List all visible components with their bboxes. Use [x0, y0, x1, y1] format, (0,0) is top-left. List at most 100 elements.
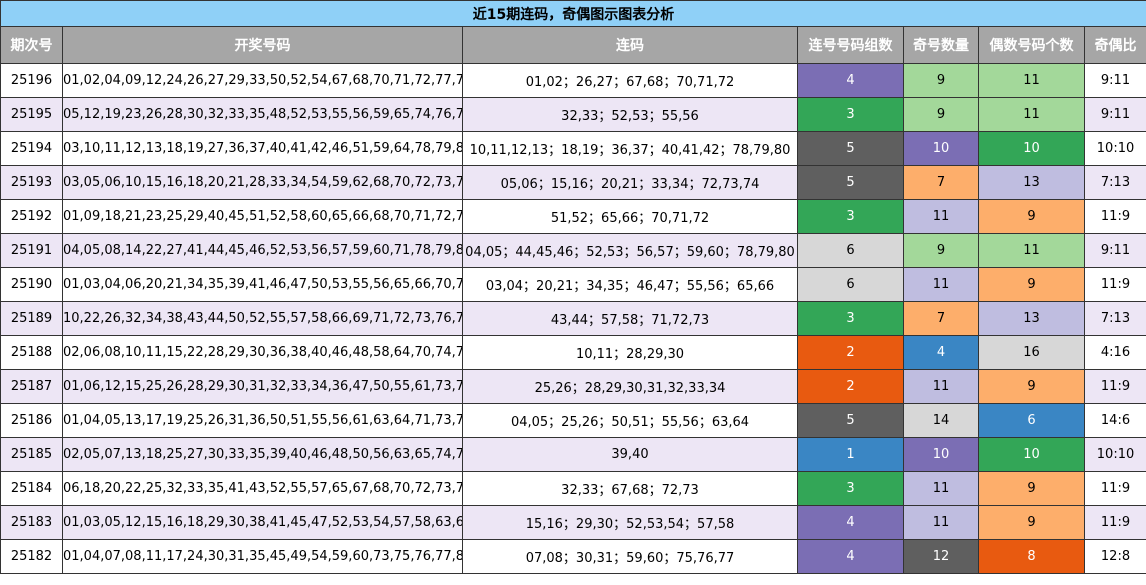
numbers-cell: 03,05,06,10,15,16,18,20,21,28,33,34,54,5… [62, 165, 463, 200]
groups-cell: 5 [797, 165, 904, 200]
groups-cell: 2 [797, 335, 904, 370]
numbers-cell: 04,05,08,14,22,27,41,44,45,46,52,53,56,5… [62, 233, 463, 268]
consecutive-cell: 04,05；25,26；50,51；55,56；63,64 [462, 403, 798, 438]
consecutive-cell: 32,33；67,68；72,73 [462, 471, 798, 506]
table-row: 25195 05,12,19,23,26,28,30,32,33,35,48,52… [0, 97, 1146, 132]
table-row: 25184 06,18,20,22,25,32,33,35,41,43,52,55… [0, 471, 1146, 506]
table-row: 25185 02,05,07,13,18,25,27,30,33,35,39,40… [0, 437, 1146, 472]
even-count-cell: 9 [978, 505, 1085, 540]
issue-cell: 25184 [0, 471, 63, 506]
issue-cell: 25196 [0, 63, 63, 98]
header-row: 期次号 开奖号码 连码 连号号码组数 奇号数量 偶数号码个数 奇偶比 [0, 26, 1146, 64]
groups-cell: 4 [797, 539, 904, 574]
groups-cell: 3 [797, 301, 904, 336]
ratio-cell: 7:13 [1083, 165, 1146, 200]
odd-count-cell: 9 [903, 97, 979, 132]
header-consecutive: 连码 [462, 26, 798, 64]
issue-cell: 25195 [0, 97, 63, 132]
numbers-cell: 01,03,04,06,20,21,34,35,39,41,46,47,50,5… [62, 267, 463, 302]
header-groups: 连号号码组数 [797, 26, 904, 64]
issue-cell: 25185 [0, 437, 63, 472]
numbers-cell: 01,03,05,12,15,16,18,29,30,38,41,45,47,5… [62, 505, 463, 540]
groups-cell: 5 [797, 403, 904, 438]
odd-count-cell: 11 [903, 267, 979, 302]
even-count-cell: 16 [978, 335, 1085, 370]
even-count-cell: 11 [978, 233, 1085, 268]
even-count-cell: 11 [978, 63, 1085, 98]
header-issue: 期次号 [0, 26, 63, 64]
groups-cell: 1 [797, 437, 904, 472]
numbers-cell: 01,09,18,21,23,25,29,40,45,51,52,58,60,6… [62, 199, 463, 234]
even-count-cell: 9 [978, 471, 1085, 506]
ratio-cell: 9:11 [1083, 63, 1146, 98]
numbers-cell: 01,02,04,09,12,24,26,27,29,33,50,52,54,6… [62, 63, 463, 98]
consecutive-cell: 04,05；44,45,46；52,53；56,57；59,60；78,79,8… [462, 233, 798, 268]
numbers-cell: 02,06,08,10,11,15,22,28,29,30,36,38,40,4… [62, 335, 463, 370]
even-count-cell: 9 [978, 199, 1085, 234]
odd-count-cell: 11 [903, 505, 979, 540]
issue-cell: 25191 [0, 233, 63, 268]
groups-cell: 4 [797, 63, 904, 98]
ratio-cell: 10:10 [1083, 437, 1146, 472]
consecutive-cell: 39,40 [462, 437, 798, 472]
numbers-cell: 01,04,07,08,11,17,24,30,31,35,45,49,54,5… [62, 539, 463, 574]
odd-count-cell: 4 [903, 335, 979, 370]
table-row: 25186 01,04,05,13,17,19,25,26,31,36,50,51… [0, 403, 1146, 438]
even-count-cell: 8 [978, 539, 1085, 574]
header-numbers: 开奖号码 [62, 26, 463, 64]
groups-cell: 2 [797, 369, 904, 404]
ratio-cell: 4:16 [1083, 335, 1146, 370]
odd-count-cell: 11 [903, 199, 979, 234]
groups-cell: 6 [797, 267, 904, 302]
numbers-cell: 06,18,20,22,25,32,33,35,41,43,52,55,57,6… [62, 471, 463, 506]
issue-cell: 25183 [0, 505, 63, 540]
table-row: 25190 01,03,04,06,20,21,34,35,39,41,46,47… [0, 267, 1146, 302]
groups-cell: 4 [797, 505, 904, 540]
issue-cell: 25182 [0, 539, 63, 574]
groups-cell: 3 [797, 199, 904, 234]
table-row: 25191 04,05,08,14,22,27,41,44,45,46,52,53… [0, 233, 1146, 268]
ratio-cell: 7:13 [1083, 301, 1146, 336]
consecutive-cell: 32,33；52,53；55,56 [462, 97, 798, 132]
header-odd-count: 奇号数量 [903, 26, 979, 64]
table-row: 25192 01,09,18,21,23,25,29,40,45,51,52,58… [0, 199, 1146, 234]
ratio-cell: 11:9 [1083, 505, 1146, 540]
table-row: 25187 01,06,12,15,25,26,28,29,30,31,32,33… [0, 369, 1146, 404]
groups-cell: 6 [797, 233, 904, 268]
table-row: 25194 03,10,11,12,13,18,19,27,36,37,40,41… [0, 131, 1146, 166]
header-even-count: 偶数号码个数 [978, 26, 1085, 64]
consecutive-cell: 10,11；28,29,30 [462, 335, 798, 370]
ratio-cell: 12:8 [1083, 539, 1146, 574]
table-row: 25189 10,22,26,32,34,38,43,44,50,52,55,57… [0, 301, 1146, 336]
odd-count-cell: 11 [903, 471, 979, 506]
issue-cell: 25190 [0, 267, 63, 302]
analysis-table: 近15期连码，奇偶图示图表分析 期次号 开奖号码 连码 连号号码组数 奇号数量 偶数号码个… [0, 0, 1146, 574]
odd-count-cell: 12 [903, 539, 979, 574]
issue-cell: 25187 [0, 369, 63, 404]
issue-cell: 25193 [0, 165, 63, 200]
groups-cell: 3 [797, 471, 904, 506]
ratio-cell: 9:11 [1083, 233, 1146, 268]
even-count-cell: 9 [978, 369, 1085, 404]
issue-cell: 25189 [0, 301, 63, 336]
odd-count-cell: 10 [903, 437, 979, 472]
table-row: 25196 01,02,04,09,12,24,26,27,29,33,50,52… [0, 63, 1146, 98]
consecutive-cell: 05,06；15,16；20,21；33,34；72,73,74 [462, 165, 798, 200]
ratio-cell: 14:6 [1083, 403, 1146, 438]
numbers-cell: 02,05,07,13,18,25,27,30,33,35,39,40,46,4… [62, 437, 463, 472]
consecutive-cell: 43,44；57,58；71,72,73 [462, 301, 798, 336]
odd-count-cell: 10 [903, 131, 979, 166]
ratio-cell: 11:9 [1083, 199, 1146, 234]
ratio-cell: 10:10 [1083, 131, 1146, 166]
consecutive-cell: 25,26；28,29,30,31,32,33,34 [462, 369, 798, 404]
header-ratio: 奇偶比 [1083, 26, 1146, 64]
consecutive-cell: 07,08；30,31；59,60；75,76,77 [462, 539, 798, 574]
table-row: 25182 01,04,07,08,11,17,24,30,31,35,45,49… [0, 539, 1146, 574]
table-row: 25183 01,03,05,12,15,16,18,29,30,38,41,45… [0, 505, 1146, 540]
consecutive-cell: 51,52；65,66；70,71,72 [462, 199, 798, 234]
even-count-cell: 10 [978, 437, 1085, 472]
odd-count-cell: 14 [903, 403, 979, 438]
issue-cell: 25186 [0, 403, 63, 438]
even-count-cell: 6 [978, 403, 1085, 438]
even-count-cell: 9 [978, 267, 1085, 302]
